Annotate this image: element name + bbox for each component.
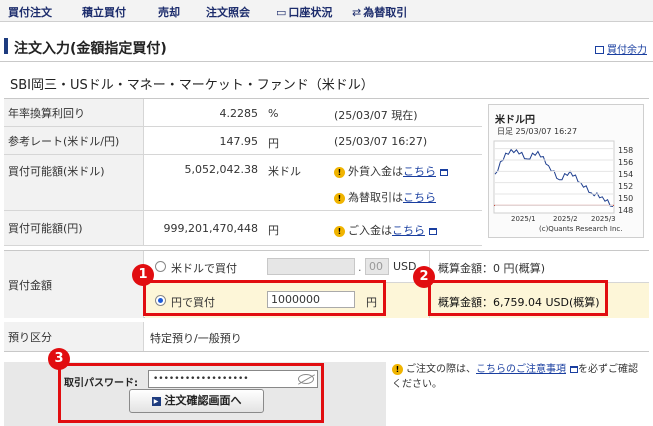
yen-deposit-link[interactable]: こちら — [392, 224, 425, 237]
warning-icon: ! — [334, 192, 345, 204]
warning-icon: ! — [392, 363, 403, 375]
usd-power-row: 買付可能額(米ドル) 5,052,042.38 米ドル ! 外貨入金はこちら ! 為… — [4, 155, 482, 211]
window-icon — [440, 168, 448, 176]
window-icon: ▭ — [276, 6, 287, 19]
step-badge-2: 2 — [413, 266, 435, 288]
highlight-box-estimate — [428, 280, 608, 316]
forex-deposit-link[interactable]: こちら — [403, 165, 436, 178]
yen-deposit-note: ! ご入金はこちら — [334, 222, 437, 238]
nav-order-inquiry[interactable]: 注文照会 — [206, 4, 250, 20]
forex-trade-link[interactable]: こちら — [403, 191, 436, 204]
highlight-box-yen-buy — [143, 280, 386, 316]
jpy-power-unit: 円 — [268, 224, 279, 237]
jpy-power-label: 買付可能額(円) — [4, 211, 144, 245]
fund-name: SBI岡三・USドル・マネー・マーケット・ファンド（米ドル） — [10, 78, 374, 93]
nav-recurring-buy[interactable]: 積立買付 — [82, 4, 126, 20]
usd-power-value: 5,052,042.38 — [184, 163, 258, 176]
order-notice: ! ご注文の際は、こちらのご注意事項 を必ずご確認ください。 — [392, 362, 647, 392]
estimate-usd-text: 概算金額：0 円(概算) — [438, 262, 546, 275]
rate-label: 参考レート(米ドル/円) — [4, 127, 144, 154]
usd-decimal-input[interactable]: 00 — [365, 258, 389, 275]
rate-unit: 円 — [268, 137, 279, 150]
chart-xtick: 2025/3 — [591, 215, 616, 223]
estimate-usd-cell: 概算金額：0 円(概算) — [429, 251, 649, 283]
usdjpy-mini-chart[interactable]: 米ドル円 日足 25/03/07 16:27 158 156 154 152 1… — [488, 104, 644, 238]
window-icon — [595, 46, 604, 54]
usd-buy-option: 米ドルで買付 . 00 USD — [145, 251, 429, 283]
deposit-type-label: 預り区分 — [4, 322, 144, 351]
title-accent-bar — [4, 38, 8, 54]
deposit-type-row: 預り区分 特定預り/一般預り — [4, 322, 649, 352]
warning-icon: ! — [334, 225, 345, 237]
step-badge-1: 1 — [132, 264, 154, 286]
yield-unit: % — [268, 107, 279, 120]
warning-icon: ! — [334, 166, 345, 178]
exchange-icon: ⇄ — [352, 6, 362, 19]
rate-date: (25/03/07 16:27) — [334, 135, 428, 148]
chart-xtick: 2025/1 — [511, 215, 536, 223]
window-icon — [429, 227, 437, 235]
usd-buy-label: 米ドルで買付 — [171, 262, 237, 275]
forex-trade-prefix: 為替取引は — [348, 191, 403, 204]
yield-date: (25/03/07 現在) — [334, 109, 418, 122]
page-title: 注文入力(金額指定買付) — [14, 41, 167, 57]
yield-row: 年率換算利回り 4.2285 % (25/03/07 現在) — [4, 99, 482, 127]
step-badge-3: 3 — [48, 348, 70, 370]
nav-forex[interactable]: ⇄ 為替取引 — [352, 4, 407, 20]
chart-ytick: 152 — [618, 182, 634, 191]
chart-ytick: 158 — [618, 146, 634, 155]
yield-label: 年率換算利回り — [4, 99, 144, 126]
buy-amount-label: 買付金額 — [4, 251, 144, 318]
decimal-point: . — [358, 261, 362, 274]
buying-power-link-label: 買付余力 — [607, 45, 647, 56]
forex-deposit-prefix: 外貨入金は — [348, 165, 403, 178]
chart-ytick: 150 — [618, 194, 634, 203]
page-header: 注文入力(金額指定買付) 買付余力 — [0, 34, 653, 62]
usd-power-label: 買付可能額(米ドル) — [4, 155, 144, 210]
yield-value: 4.2285 — [219, 107, 259, 120]
order-notice-link[interactable]: こちらのご注意事項 — [476, 364, 566, 375]
usd-unit: USD — [393, 260, 417, 273]
chart-ytick: 148 — [618, 206, 634, 215]
window-icon — [570, 365, 578, 373]
jpy-power-row: 買付可能額(円) 999,201,470,448 円 ! ご入金はこちら — [4, 211, 482, 246]
rate-row: 参考レート(米ドル/円) 147.95 円 (25/03/07 16:27) — [4, 127, 482, 155]
usd-power-unit: 米ドル — [268, 165, 301, 178]
nav-account-status[interactable]: ▭ 口座状況 — [276, 4, 332, 20]
nav-forex-label: 為替取引 — [363, 6, 408, 19]
forex-deposit-note: ! 外貨入金はこちら — [334, 163, 448, 179]
nav-sell[interactable]: 売却 — [158, 4, 180, 20]
usd-buy-radio[interactable] — [155, 261, 166, 272]
jpy-power-value: 999,201,470,448 — [163, 222, 258, 235]
chart-xtick: 2025/2 — [553, 215, 578, 223]
chart-source: (c)Quants Research Inc. — [539, 225, 623, 233]
highlight-box-password — [58, 363, 324, 423]
order-notice-prefix: ご注文の際は、 — [406, 364, 476, 375]
nav-buy-order[interactable]: 買付注文 — [8, 4, 52, 20]
yen-deposit-prefix: ご入金は — [348, 224, 392, 237]
chart-ytick: 154 — [618, 170, 634, 179]
chart-ytick: 156 — [618, 158, 634, 167]
usd-amount-input[interactable] — [267, 258, 355, 275]
rate-value: 147.95 — [219, 135, 259, 148]
top-nav: 買付注文 積立買付 売却 注文照会 ▭ 口座状況 ⇄ 為替取引 — [0, 0, 653, 22]
forex-trade-note: ! 為替取引はこちら — [334, 189, 436, 205]
chart-plot-area — [493, 140, 615, 214]
deposit-type-value: 特定預り/一般預り — [150, 332, 242, 345]
buying-power-link[interactable]: 買付余力 — [595, 41, 647, 56]
nav-account-status-label: 口座状況 — [288, 6, 333, 19]
